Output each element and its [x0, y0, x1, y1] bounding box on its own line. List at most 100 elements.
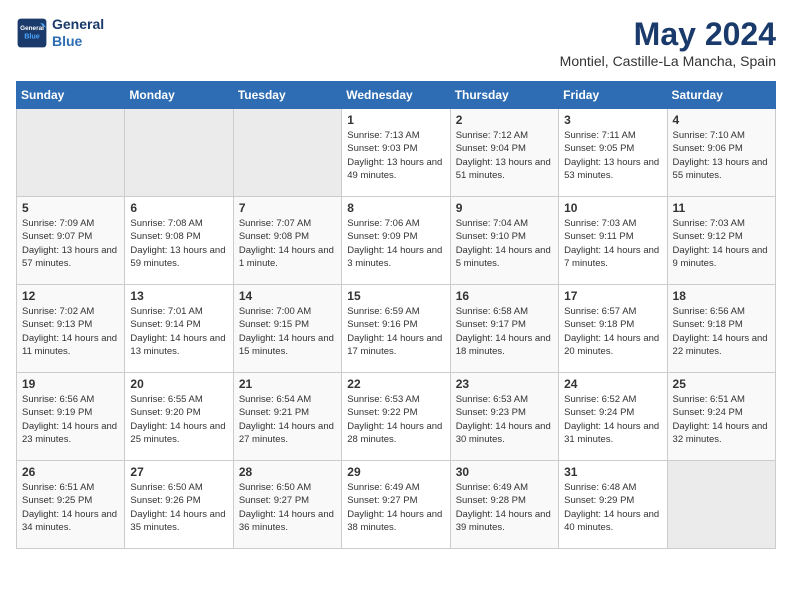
month-title: May 2024 — [560, 16, 776, 53]
day-info: Sunrise: 6:50 AMSunset: 9:27 PMDaylight:… — [239, 481, 336, 534]
calendar-cell: 25 Sunrise: 6:51 AMSunset: 9:24 PMDayligh… — [667, 373, 775, 461]
day-number: 25 — [673, 377, 770, 391]
day-number: 9 — [456, 201, 553, 215]
calendar-week-row: 12 Sunrise: 7:02 AMSunset: 9:13 PMDayligh… — [17, 285, 776, 373]
calendar-cell: 27 Sunrise: 6:50 AMSunset: 9:26 PMDayligh… — [125, 461, 233, 549]
day-info: Sunrise: 7:10 AMSunset: 9:06 PMDaylight:… — [673, 129, 770, 182]
calendar-week-row: 19Sunrise: 6:56 AMSunset: 9:19 PMDayligh… — [17, 373, 776, 461]
day-info: Sunrise: 6:49 AMSunset: 9:28 PMDaylight:… — [456, 481, 553, 534]
day-number: 12 — [22, 289, 119, 303]
day-info: Sunrise: 6:51 AMSunset: 9:24 PMDaylight:… — [673, 393, 770, 446]
day-info: Sunrise: 7:12 AMSunset: 9:04 PMDaylight:… — [456, 129, 553, 182]
title-block: May 2024 Montiel, Castille-La Mancha, Sp… — [560, 16, 776, 69]
day-info: Sunrise: 7:13 AMSunset: 9:03 PMDaylight:… — [347, 129, 444, 182]
day-info: Sunrise: 7:03 AMSunset: 9:12 PMDaylight:… — [673, 217, 770, 270]
weekday-header-wednesday: Wednesday — [342, 82, 450, 109]
calendar-cell: 11 Sunrise: 7:03 AMSunset: 9:12 PMDayligh… — [667, 197, 775, 285]
day-info: Sunrise: 7:01 AMSunset: 9:14 PMDaylight:… — [130, 305, 227, 358]
weekday-header-monday: Monday — [125, 82, 233, 109]
weekday-header-thursday: Thursday — [450, 82, 558, 109]
weekday-header-friday: Friday — [559, 82, 667, 109]
calendar-cell: 17 Sunrise: 6:57 AMSunset: 9:18 PMDayligh… — [559, 285, 667, 373]
calendar-cell: 31 Sunrise: 6:48 AMSunset: 9:29 PMDayligh… — [559, 461, 667, 549]
day-number: 13 — [130, 289, 227, 303]
day-number: 31 — [564, 465, 661, 479]
day-number: 24 — [564, 377, 661, 391]
day-info: Sunrise: 6:48 AMSunset: 9:29 PMDaylight:… — [564, 481, 661, 534]
day-number: 29 — [347, 465, 444, 479]
day-info: Sunrise: 6:57 AMSunset: 9:18 PMDaylight:… — [564, 305, 661, 358]
calendar-cell: 24 Sunrise: 6:52 AMSunset: 9:24 PMDayligh… — [559, 373, 667, 461]
svg-text:Blue: Blue — [24, 31, 40, 40]
day-info: Sunrise: 6:49 AMSunset: 9:27 PMDaylight:… — [347, 481, 444, 534]
calendar-cell: 16Sunrise: 6:58 AMSunset: 9:17 PMDayligh… — [450, 285, 558, 373]
day-number: 7 — [239, 201, 336, 215]
day-info: Sunrise: 6:55 AMSunset: 9:20 PMDaylight:… — [130, 393, 227, 446]
day-number: 19 — [22, 377, 119, 391]
calendar-cell: 23 Sunrise: 6:53 AMSunset: 9:23 PMDayligh… — [450, 373, 558, 461]
calendar-cell: 5Sunrise: 7:09 AMSunset: 9:07 PMDaylight… — [17, 197, 125, 285]
calendar-cell: 19Sunrise: 6:56 AMSunset: 9:19 PMDayligh… — [17, 373, 125, 461]
day-number: 27 — [130, 465, 227, 479]
day-number: 11 — [673, 201, 770, 215]
day-info: Sunrise: 6:51 AMSunset: 9:25 PMDaylight:… — [22, 481, 119, 534]
location: Montiel, Castille-La Mancha, Spain — [560, 53, 776, 69]
svg-text:General: General — [20, 25, 44, 32]
day-number: 1 — [347, 113, 444, 127]
logo-icon: General Blue — [16, 17, 48, 49]
calendar-cell: 26 Sunrise: 6:51 AMSunset: 9:25 PMDayligh… — [17, 461, 125, 549]
calendar-cell: 29 Sunrise: 6:49 AMSunset: 9:27 PMDayligh… — [342, 461, 450, 549]
calendar-cell: 9 Sunrise: 7:04 AMSunset: 9:10 PMDaylight… — [450, 197, 558, 285]
calendar-table: SundayMondayTuesdayWednesdayThursdayFrid… — [16, 81, 776, 549]
day-info: Sunrise: 7:07 AMSunset: 9:08 PMDaylight:… — [239, 217, 336, 270]
calendar-cell: 8Sunrise: 7:06 AMSunset: 9:09 PMDaylight… — [342, 197, 450, 285]
day-info: Sunrise: 6:56 AMSunset: 9:18 PMDaylight:… — [673, 305, 770, 358]
calendar-cell: 18 Sunrise: 6:56 AMSunset: 9:18 PMDayligh… — [667, 285, 775, 373]
day-info: Sunrise: 6:52 AMSunset: 9:24 PMDaylight:… — [564, 393, 661, 446]
day-info: Sunrise: 7:11 AMSunset: 9:05 PMDaylight:… — [564, 129, 661, 182]
calendar-cell: 1 Sunrise: 7:13 AMSunset: 9:03 PMDaylight… — [342, 109, 450, 197]
day-info: Sunrise: 6:50 AMSunset: 9:26 PMDaylight:… — [130, 481, 227, 534]
day-info: Sunrise: 6:54 AMSunset: 9:21 PMDaylight:… — [239, 393, 336, 446]
day-number: 26 — [22, 465, 119, 479]
day-number: 20 — [130, 377, 227, 391]
day-number: 4 — [673, 113, 770, 127]
calendar-week-row: 1 Sunrise: 7:13 AMSunset: 9:03 PMDaylight… — [17, 109, 776, 197]
weekday-header-row: SundayMondayTuesdayWednesdayThursdayFrid… — [17, 82, 776, 109]
logo-general-text: General — [52, 16, 104, 33]
day-info: Sunrise: 7:02 AMSunset: 9:13 PMDaylight:… — [22, 305, 119, 358]
day-number: 18 — [673, 289, 770, 303]
day-info: Sunrise: 7:03 AMSunset: 9:11 PMDaylight:… — [564, 217, 661, 270]
day-number: 8 — [347, 201, 444, 215]
calendar-cell: 15Sunrise: 6:59 AMSunset: 9:16 PMDayligh… — [342, 285, 450, 373]
calendar-cell: 22 Sunrise: 6:53 AMSunset: 9:22 PMDayligh… — [342, 373, 450, 461]
day-number: 23 — [456, 377, 553, 391]
calendar-cell: 2Sunrise: 7:12 AMSunset: 9:04 PMDaylight… — [450, 109, 558, 197]
calendar-cell: 7 Sunrise: 7:07 AMSunset: 9:08 PMDaylight… — [233, 197, 341, 285]
calendar-cell: 3 Sunrise: 7:11 AMSunset: 9:05 PMDaylight… — [559, 109, 667, 197]
day-number: 22 — [347, 377, 444, 391]
day-info: Sunrise: 6:59 AMSunset: 9:16 PMDaylight:… — [347, 305, 444, 358]
calendar-cell: 10 Sunrise: 7:03 AMSunset: 9:11 PMDayligh… — [559, 197, 667, 285]
weekday-header-saturday: Saturday — [667, 82, 775, 109]
calendar-cell: 14 Sunrise: 7:00 AMSunset: 9:15 PMDayligh… — [233, 285, 341, 373]
day-number: 14 — [239, 289, 336, 303]
day-info: Sunrise: 7:08 AMSunset: 9:08 PMDaylight:… — [130, 217, 227, 270]
day-info: Sunrise: 6:58 AMSunset: 9:17 PMDaylight:… — [456, 305, 553, 358]
calendar-cell: 13 Sunrise: 7:01 AMSunset: 9:14 PMDayligh… — [125, 285, 233, 373]
calendar-cell: 12 Sunrise: 7:02 AMSunset: 9:13 PMDayligh… — [17, 285, 125, 373]
day-number: 6 — [130, 201, 227, 215]
page-header: General Blue General Blue May 2024 Monti… — [16, 16, 776, 69]
logo-blue-text: Blue — [52, 33, 104, 50]
day-info: Sunrise: 6:53 AMSunset: 9:23 PMDaylight:… — [456, 393, 553, 446]
day-number: 17 — [564, 289, 661, 303]
day-number: 30 — [456, 465, 553, 479]
calendar-cell — [667, 461, 775, 549]
day-info: Sunrise: 6:53 AMSunset: 9:22 PMDaylight:… — [347, 393, 444, 446]
logo: General Blue General Blue — [16, 16, 104, 50]
day-info: Sunrise: 7:00 AMSunset: 9:15 PMDaylight:… — [239, 305, 336, 358]
day-info: Sunrise: 7:04 AMSunset: 9:10 PMDaylight:… — [456, 217, 553, 270]
day-number: 10 — [564, 201, 661, 215]
day-number: 3 — [564, 113, 661, 127]
day-info: Sunrise: 7:09 AMSunset: 9:07 PMDaylight:… — [22, 217, 119, 270]
